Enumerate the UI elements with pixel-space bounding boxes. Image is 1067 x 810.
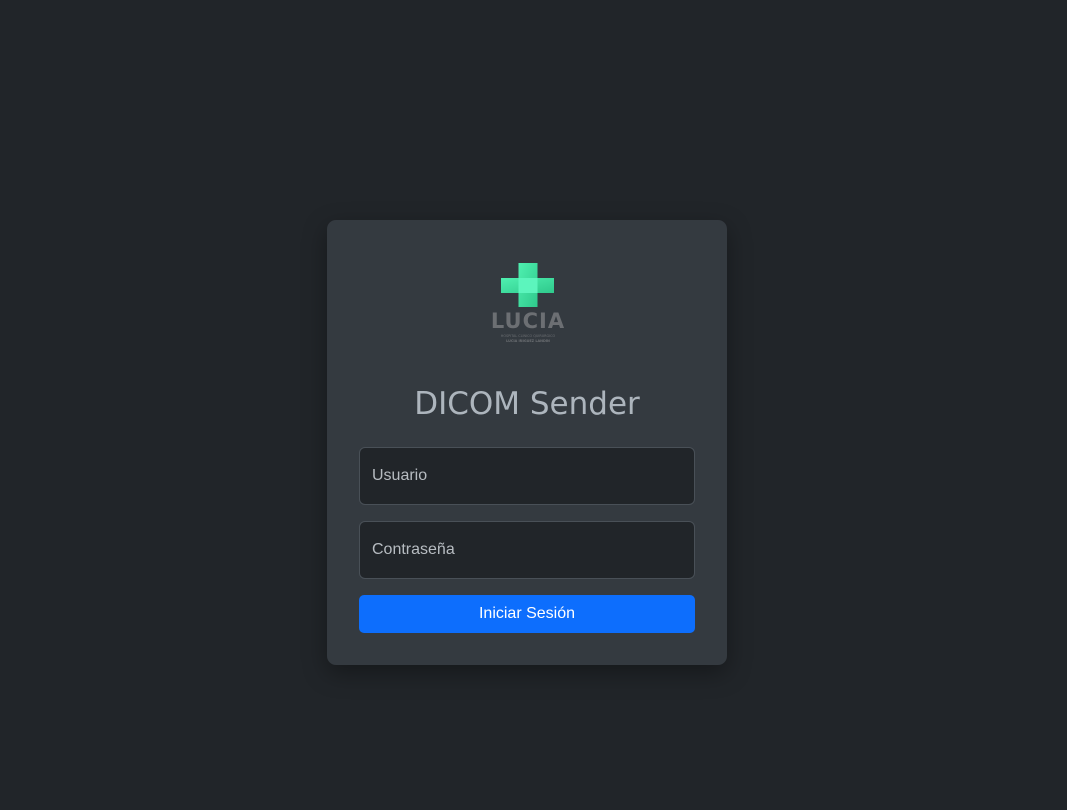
login-card: LUCIA HOSPITAL CLÍNICO QUIRÚRGICO LUCÍA …: [327, 220, 727, 665]
login-button[interactable]: Iniciar Sesión: [359, 595, 695, 633]
logo-tagline: LUCÍA IÑIGUEZ LANDÍN: [506, 339, 550, 343]
hospital-logo: LUCIA HOSPITAL CLÍNICO QUIRÚRGICO LUCÍA …: [485, 262, 571, 346]
medical-cross-icon: [501, 263, 554, 307]
username-field[interactable]: [359, 447, 695, 505]
logo-wordmark: LUCIA: [490, 309, 566, 333]
login-page: LUCIA HOSPITAL CLÍNICO QUIRÚRGICO LUCÍA …: [0, 0, 1067, 810]
logo-subtitle: HOSPITAL CLÍNICO QUIRÚRGICO: [500, 334, 556, 338]
page-title: DICOM Sender: [414, 386, 640, 422]
password-field[interactable]: [359, 521, 695, 579]
